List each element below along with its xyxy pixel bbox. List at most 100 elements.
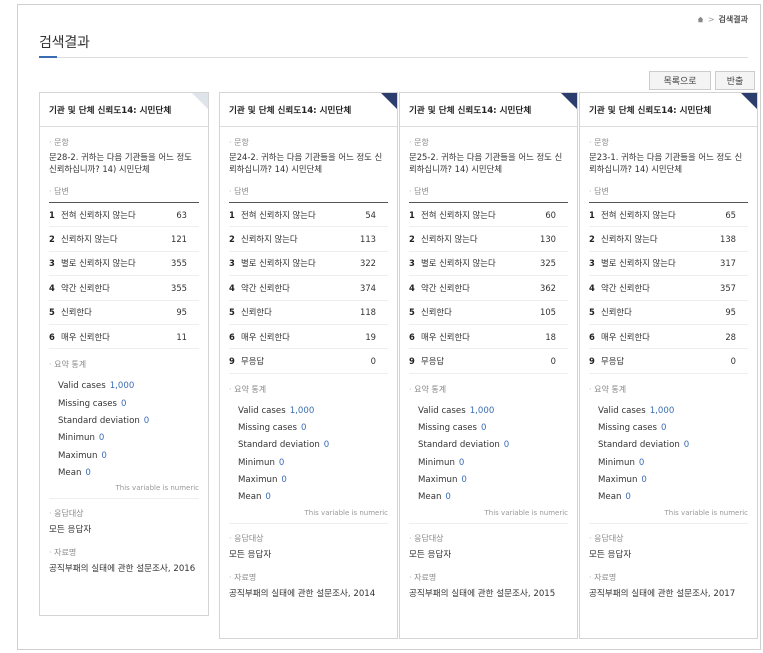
stat-label: Maximun [418, 474, 458, 485]
stat-row: Minimun 0 [598, 455, 748, 472]
stat-row: Standard deviation 0 [418, 437, 568, 454]
question-label: 문항 [229, 137, 388, 148]
answer-count: 18 [545, 331, 556, 342]
answer-code: 6 [229, 331, 235, 342]
answer-code: 9 [229, 356, 235, 367]
bookmark-corner-icon[interactable] [192, 93, 208, 109]
answer-label: 매우 신뢰한다 [601, 331, 650, 342]
stat-value: 0 [641, 474, 647, 485]
stat-label: Maximun [58, 450, 98, 461]
answer-label: 전혀 신뢰하지 않는다 [61, 209, 136, 220]
answer-code: 5 [229, 307, 235, 318]
bookmark-corner-icon[interactable] [381, 93, 397, 109]
stat-label: Valid cases [58, 381, 106, 392]
source-text: 공직부패의 실태에 관한 설문조사, 2016 [49, 564, 196, 575]
answer-code: 3 [409, 258, 415, 269]
title-divider [39, 57, 748, 58]
answer-row: 2 신뢰하지 않는다 130 [409, 227, 568, 252]
answer-row: 4 약간 신뢰한다 357 [589, 276, 748, 301]
answer-count: 325 [540, 258, 556, 269]
answer-label: 전혀 신뢰하지 않는다 [241, 209, 316, 220]
stat-label: Minimun [418, 457, 455, 468]
stat-value: 1,000 [469, 405, 495, 416]
answer-code: 6 [409, 331, 415, 342]
card-title[interactable]: 기관 및 단체 신뢰도14: 시민단체 [580, 93, 757, 127]
stat-label: Standard deviation [238, 440, 320, 451]
answer-code: 2 [409, 234, 415, 245]
answer-count: 0 [550, 356, 556, 367]
question-text: 문24-2. 귀하는 다음 기관들을 어느 정도 신뢰하십니까? 14) 시민단… [229, 152, 383, 174]
source-label: 자료명 [409, 572, 568, 583]
stat-value: 0 [323, 440, 330, 451]
card-title[interactable]: 기관 및 단체 신뢰도14: 시민단체 [400, 93, 577, 127]
breadcrumb-separator: > [707, 15, 715, 24]
summary-label: 요약 통계 [229, 384, 388, 395]
answer-label: 별로 신뢰하지 않는다 [601, 258, 676, 269]
target-text: 모든 응답자 [589, 549, 632, 560]
answer-count: 355 [171, 258, 187, 269]
stat-label: Maximun [238, 474, 278, 485]
summary-label: 요약 통계 [49, 359, 199, 370]
bookmark-corner-fill [192, 93, 208, 109]
question-label: 문항 [589, 137, 748, 148]
answer-row: 9 무응답 0 [409, 349, 568, 374]
stat-label: Mean [238, 492, 262, 503]
answer-label: 전혀 신뢰하지 않는다 [421, 209, 496, 220]
answer-label: 무응답 [421, 356, 445, 367]
stat-value: 0 [481, 423, 487, 434]
stat-row: Mean 0 [58, 465, 199, 482]
answer-count: 95 [176, 307, 187, 318]
target-text: 모든 응답자 [49, 525, 92, 536]
answer-code: 3 [49, 258, 55, 269]
answer-row: 4 약간 신뢰한다 362 [409, 276, 568, 301]
stat-value: 0 [461, 474, 467, 485]
result-card[interactable]: 기관 및 단체 신뢰도14: 시민단체 문항문28-2. 귀하는 다음 기관들을… [39, 92, 209, 616]
question-text: 문28-2. 귀하는 다음 기관들을 어느 정도 신뢰하십니까? 14) 시민단… [49, 152, 192, 174]
stat-row: Maximun 0 [598, 472, 748, 489]
answer-count: 138 [720, 234, 736, 245]
stat-label: Mean [58, 467, 82, 478]
answers-label: 답변 [409, 186, 568, 197]
answer-row: 6 매우 신뢰한다 11 [49, 325, 199, 350]
card-title[interactable]: 기관 및 단체 신뢰도14: 시민단체 [40, 93, 208, 127]
answer-code: 1 [409, 209, 415, 220]
answer-label: 약간 신뢰한다 [61, 282, 110, 293]
bookmark-corner-fill [561, 93, 577, 109]
question-label: 문항 [409, 137, 568, 148]
list-button[interactable]: 목록으로 [649, 71, 711, 90]
answer-count: 355 [171, 282, 187, 293]
page-title: 검색결과 [39, 35, 90, 51]
answer-row: 2 신뢰하지 않는다 121 [49, 227, 199, 252]
answer-code: 3 [589, 258, 595, 269]
stat-row: Standard deviation 0 [238, 437, 388, 454]
result-card[interactable]: 기관 및 단체 신뢰도14: 시민단체 문항문24-2. 귀하는 다음 기관들을… [219, 92, 398, 639]
home-icon[interactable] [697, 16, 704, 23]
answer-label: 신뢰한다 [601, 307, 632, 318]
stat-value: 0 [445, 492, 451, 503]
answer-row: 2 신뢰하지 않는다 113 [229, 227, 388, 252]
answer-row: 3 별로 신뢰하지 않는다 355 [49, 252, 199, 277]
stat-value: 0 [301, 423, 307, 434]
bookmark-corner-icon[interactable] [741, 93, 757, 109]
stat-value: 0 [683, 440, 690, 451]
answer-row: 3 별로 신뢰하지 않는다 322 [229, 252, 388, 277]
stat-value: 0 [98, 433, 105, 444]
result-card[interactable]: 기관 및 단체 신뢰도14: 시민단체 문항문23-1. 귀하는 다음 기관들을… [579, 92, 758, 639]
source-text: 공직부패의 실태에 관한 설문조사, 2015 [409, 588, 556, 599]
stat-label: Maximun [598, 474, 638, 485]
card-title[interactable]: 기관 및 단체 신뢰도14: 시민단체 [220, 93, 397, 127]
answer-count: 374 [360, 282, 376, 293]
result-card[interactable]: 기관 및 단체 신뢰도14: 시민단체 문항문25-2. 귀하는 다음 기관들을… [399, 92, 578, 639]
answer-count: 362 [540, 282, 556, 293]
answer-label: 신뢰하지 않는다 [61, 234, 118, 245]
source-label: 자료명 [49, 547, 199, 558]
return-button[interactable]: 반출 [715, 71, 755, 90]
stat-row: Valid cases 1,000 [58, 378, 199, 395]
title-accent [39, 56, 57, 58]
summary-stats: Valid cases 1,000 Missing cases 0 Standard… [229, 403, 388, 507]
answer-count: 19 [365, 331, 376, 342]
answer-count: 357 [720, 282, 736, 293]
answer-count: 0 [730, 356, 736, 367]
bookmark-corner-icon[interactable] [561, 93, 577, 109]
summary-label: 요약 통계 [589, 384, 748, 395]
